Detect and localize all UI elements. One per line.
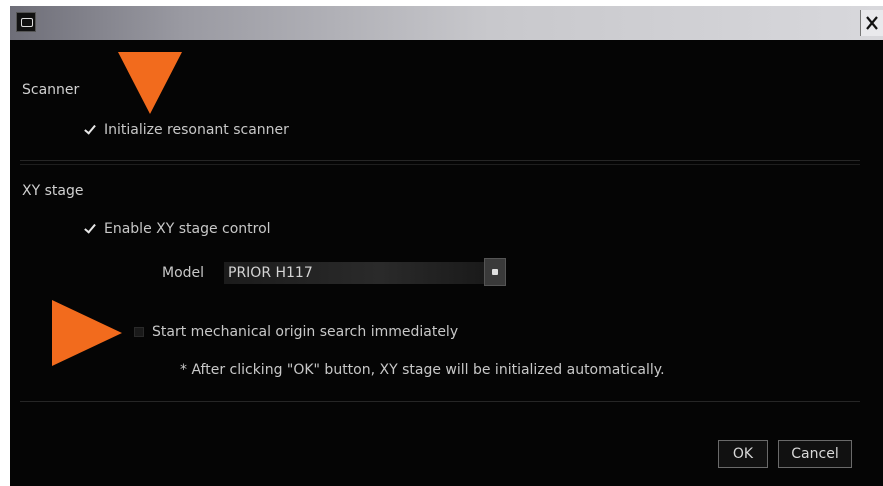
- model-label: Model: [162, 265, 205, 281]
- ok-button[interactable]: OK: [718, 440, 768, 468]
- checkbox-icon: [134, 327, 144, 337]
- auto-initialize-note: * After clicking "OK" button, XY stage w…: [180, 362, 665, 378]
- origin-search-checkbox[interactable]: Start mechanical origin search immediate…: [134, 324, 458, 340]
- close-button[interactable]: [860, 10, 883, 36]
- initialize-scanner-label: Initialize resonant scanner: [104, 122, 289, 138]
- orange-right-arrow-icon: [52, 300, 122, 366]
- close-icon: [866, 16, 878, 30]
- window-icon: [16, 12, 36, 32]
- xy-stage-section-title: XY stage: [22, 183, 84, 199]
- dropdown-button[interactable]: [484, 258, 506, 286]
- cancel-button[interactable]: Cancel: [778, 440, 852, 468]
- title-bar: [10, 6, 883, 40]
- enable-xy-stage-label: Enable XY stage control: [104, 221, 271, 237]
- origin-search-label: Start mechanical origin search immediate…: [152, 324, 459, 340]
- initialize-scanner-checkbox[interactable]: Initialize resonant scanner: [84, 122, 289, 138]
- checkmark-icon: [84, 222, 96, 236]
- enable-xy-stage-checkbox[interactable]: Enable XY stage control: [84, 221, 271, 237]
- scanner-section-title: Scanner: [22, 82, 80, 98]
- orange-down-arrow-icon: [118, 52, 182, 114]
- checkmark-icon: [84, 123, 96, 137]
- model-select[interactable]: PRIOR H117: [224, 262, 484, 284]
- model-value: PRIOR H117: [228, 265, 313, 281]
